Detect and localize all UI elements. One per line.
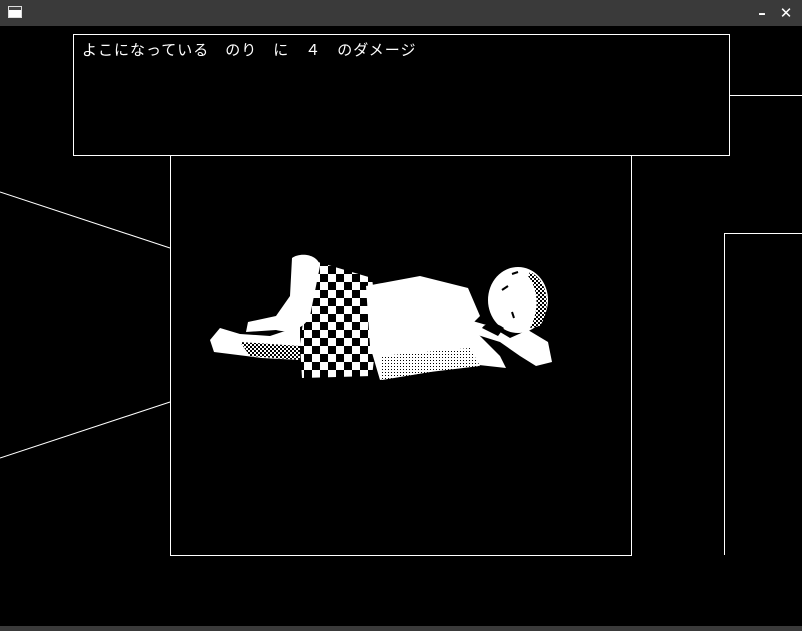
app-window-icon [8, 6, 22, 18]
title-bar: – ✕ [0, 0, 802, 26]
minimize-button[interactable]: – [752, 3, 772, 23]
battle-message: よこになっている のり に ４ のダメージ [82, 41, 417, 59]
lying-child-figure [210, 254, 552, 380]
close-button[interactable]: ✕ [776, 3, 796, 23]
message-window: よこになっている のり に ４ のダメージ [73, 34, 730, 156]
game-scene: よこになっている のり に ４ のダメージ [0, 26, 802, 626]
window-bottom-border [0, 626, 802, 631]
